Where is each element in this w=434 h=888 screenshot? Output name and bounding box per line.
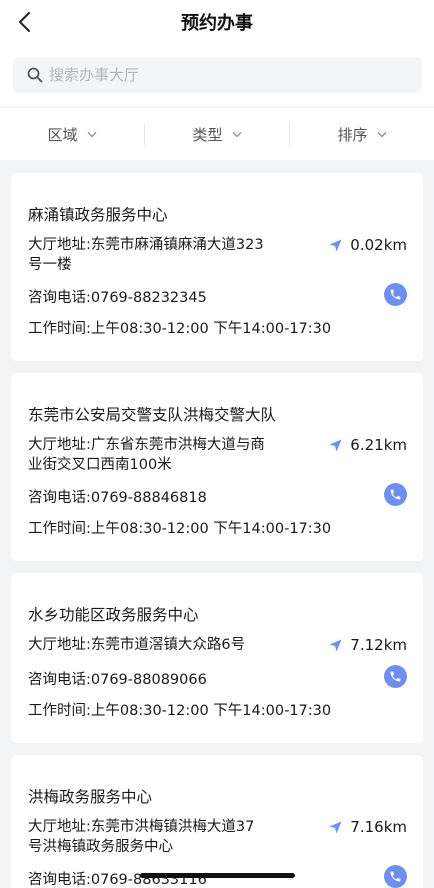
hall-phone: 咨询电话:0769-88089066 bbox=[28, 672, 207, 688]
hall-card[interactable]: 水乡功能区政务服务中心 大厅地址:东莞市道滘镇大众路6号 7.12km 咨询电话… bbox=[11, 573, 423, 743]
phone-icon bbox=[390, 489, 401, 500]
hall-name: 洪梅政务服务中心 bbox=[28, 788, 153, 806]
hall-phone: 咨询电话:0769-88633116 bbox=[28, 872, 207, 888]
filter-label: 类型 bbox=[192, 125, 223, 144]
hall-card[interactable]: 洪梅政务服务中心 大厅地址:东莞市洪梅镇洪梅大道37号洪梅镇政务服务中心 7.1… bbox=[11, 755, 423, 888]
phone-icon bbox=[390, 289, 401, 300]
navigation-arrow-icon bbox=[329, 439, 342, 451]
distance-button[interactable]: 6.21km bbox=[329, 436, 407, 454]
call-button[interactable] bbox=[384, 483, 407, 506]
search-box[interactable] bbox=[13, 57, 421, 93]
hall-card[interactable]: 麻涌镇政务服务中心 大厅地址:东莞市麻涌镇麻涌大道323号一楼 0.02km 咨… bbox=[11, 173, 423, 361]
filter-type[interactable]: 类型 bbox=[145, 123, 290, 145]
hall-hours: 工作时间:上午08:30-12:00 下午14:00-17:30 bbox=[28, 321, 332, 337]
phone-icon bbox=[390, 671, 401, 682]
phone-icon bbox=[390, 871, 401, 882]
search-section bbox=[0, 44, 434, 106]
page-title: 预约办事 bbox=[181, 13, 253, 34]
search-icon bbox=[27, 67, 43, 83]
hall-hours: 工作时间:上午08:30-12:00 下午14:00-17:30 bbox=[28, 703, 332, 719]
distance-value: 6.21km bbox=[350, 436, 407, 454]
hall-phone: 咨询电话:0769-88846818 bbox=[28, 490, 207, 506]
filter-label: 排序 bbox=[337, 125, 368, 144]
hall-card[interactable]: 东莞市公安局交警支队洪梅交警大队 大厅地址:广东省东莞市洪梅大道与商业街交叉口西… bbox=[11, 373, 423, 561]
filter-label: 区域 bbox=[47, 125, 78, 144]
distance-value: 7.16km bbox=[350, 818, 407, 836]
distance-button[interactable]: 7.12km bbox=[329, 636, 407, 654]
hall-name: 东莞市公安局交警支队洪梅交警大队 bbox=[28, 406, 277, 424]
call-button[interactable] bbox=[384, 865, 407, 888]
filter-bar: 区域 类型 排序 bbox=[0, 108, 434, 160]
distance-value: 0.02km bbox=[350, 236, 407, 254]
hall-address: 大厅地址:东莞市洪梅镇洪梅大道37号洪梅镇政务服务中心 bbox=[28, 819, 255, 855]
call-button[interactable] bbox=[384, 665, 407, 688]
chevron-left-icon bbox=[19, 12, 30, 32]
back-button[interactable] bbox=[8, 6, 40, 38]
hall-hours: 工作时间:上午08:30-12:00 下午14:00-17:30 bbox=[28, 521, 332, 537]
hall-address: 大厅地址:东莞市道滘镇大众路6号 bbox=[28, 637, 246, 653]
hall-name: 水乡功能区政务服务中心 bbox=[28, 606, 199, 624]
hall-address: 大厅地址:广东省东莞市洪梅大道与商业街交叉口西南100米 bbox=[28, 437, 265, 473]
navigation-arrow-icon bbox=[329, 639, 342, 651]
call-button[interactable] bbox=[384, 283, 407, 306]
filter-sort[interactable]: 排序 bbox=[290, 123, 434, 145]
chevron-down-icon bbox=[377, 131, 386, 137]
distance-button[interactable]: 0.02km bbox=[329, 236, 407, 254]
navigation-arrow-icon bbox=[329, 821, 342, 833]
filter-region[interactable]: 区域 bbox=[0, 123, 145, 145]
navigation-arrow-icon bbox=[329, 239, 342, 251]
search-input[interactable] bbox=[49, 66, 389, 84]
hall-phone: 咨询电话:0769-88232345 bbox=[28, 290, 207, 306]
chevron-down-icon bbox=[87, 131, 96, 137]
distance-button[interactable]: 7.16km bbox=[329, 818, 407, 836]
home-indicator[interactable] bbox=[140, 873, 295, 878]
nav-bar: 预约办事 bbox=[0, 0, 434, 44]
distance-value: 7.12km bbox=[350, 636, 407, 654]
hall-name: 麻涌镇政务服务中心 bbox=[28, 206, 168, 224]
chevron-down-icon bbox=[232, 131, 241, 137]
hall-address: 大厅地址:东莞市麻涌镇麻涌大道323号一楼 bbox=[28, 237, 264, 273]
